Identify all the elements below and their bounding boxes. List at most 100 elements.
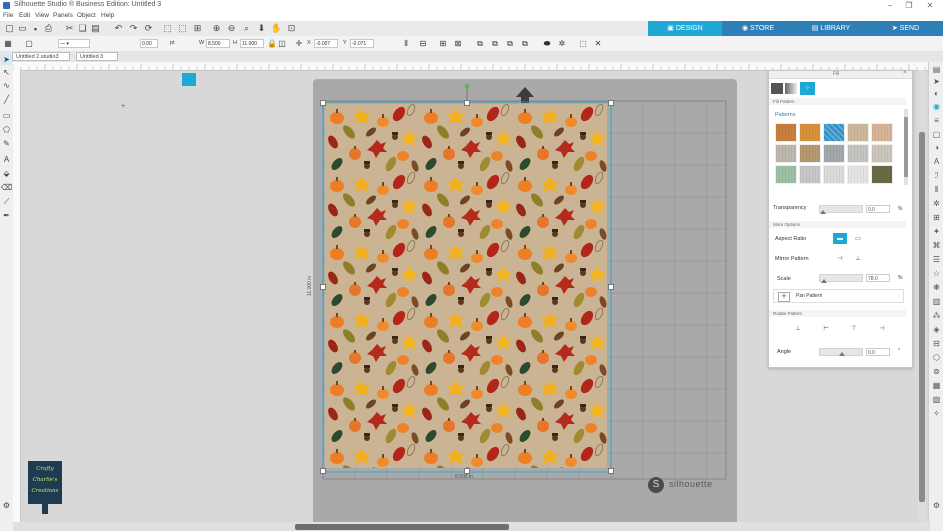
new-document-icon[interactable]: ▢	[4, 23, 15, 34]
transform-icon[interactable]: ⊟	[418, 39, 428, 48]
select-icon[interactable]: ⊞	[192, 23, 203, 34]
bring-forward-icon[interactable]: ⧉	[505, 39, 515, 48]
send-back-icon[interactable]: ⧉	[490, 39, 500, 48]
pattern-thumb[interactable]	[871, 144, 893, 163]
add-tab-icon[interactable]: +	[121, 103, 125, 110]
tab-store[interactable]: ◉ STORE	[722, 21, 794, 36]
mirror-horizontal-button[interactable]: ⊣	[833, 253, 847, 264]
panel-close-icon[interactable]: ×	[903, 70, 907, 76]
menu-object[interactable]: Object	[77, 12, 96, 19]
close-icon[interactable]: ✕	[920, 0, 940, 11]
open-folder-icon[interactable]: ▭	[17, 23, 28, 34]
trace-panel-icon[interactable]: ⌘	[931, 240, 942, 251]
pattern-thumb[interactable]	[823, 123, 845, 142]
transparency-thumb[interactable]	[820, 210, 826, 214]
horizontal-scroll-thumb[interactable]	[295, 524, 509, 530]
rotate-handle[interactable]	[464, 83, 470, 89]
menu-help[interactable]: Help	[101, 12, 114, 19]
deselect-icon[interactable]: ⬚	[177, 23, 188, 34]
pixscan-icon[interactable]: ⊟	[931, 338, 942, 349]
minimize-icon[interactable]: –	[880, 0, 900, 11]
send-panel-icon[interactable]: ➤	[931, 76, 942, 87]
pattern-thumb[interactable]	[847, 144, 869, 163]
tab-library[interactable]: ▤ LIBRARY	[794, 21, 868, 36]
pen-tool-icon[interactable]: ✎	[1, 138, 12, 149]
polygon-tool-icon[interactable]: ⬠	[1, 124, 12, 135]
mirror-vertical-button[interactable]: ⊥	[851, 253, 865, 264]
shadow-icon[interactable]: ◑	[931, 142, 942, 153]
line-weight-field[interactable]: 0.00	[140, 39, 158, 48]
resize-handle-ml[interactable]	[320, 284, 326, 290]
resize-handle-br[interactable]	[608, 468, 614, 474]
fill-gradient-tab[interactable]	[785, 83, 797, 94]
scale-thumb[interactable]	[821, 279, 827, 283]
pattern-thumb[interactable]	[799, 123, 821, 142]
rhinestone-icon[interactable]: ⁂	[931, 310, 942, 321]
pan-pattern-row[interactable]	[773, 289, 904, 303]
zoom-select-icon[interactable]: ⌕	[241, 23, 252, 34]
trace-icon[interactable]: ⬚	[578, 39, 588, 48]
weld-icon[interactable]: ⬬	[542, 39, 552, 48]
pattern-thumb[interactable]	[775, 165, 797, 184]
aspect-keep-button[interactable]: ▬	[833, 233, 847, 244]
restore-icon[interactable]: ❐	[899, 0, 919, 11]
y-field[interactable]: -0.071	[350, 39, 374, 48]
cut-icon[interactable]: ✂	[64, 23, 75, 34]
magic-icon[interactable]: ✧	[931, 408, 942, 419]
close-path-icon[interactable]: ✕	[593, 39, 603, 48]
stitch-icon[interactable]: ⬡	[931, 352, 942, 363]
rotate-0-icon[interactable]: ⊣	[875, 323, 889, 334]
copy-icon[interactable]: ❏	[77, 23, 88, 34]
transparency-field[interactable]: 0.0	[866, 205, 890, 213]
fill-panel-icon[interactable]: ◐	[931, 88, 942, 99]
edit-points-icon[interactable]: ↖	[1, 67, 12, 78]
settings-gear-icon[interactable]: ⚙	[931, 500, 942, 511]
zoom-in-icon[interactable]: ⊕	[211, 23, 222, 34]
tab-design[interactable]: ▣ DESIGN	[648, 21, 722, 36]
move-down-icon[interactable]: ⬇	[256, 23, 267, 34]
barcode-icon[interactable]: ▨	[931, 394, 942, 405]
angle-thumb[interactable]	[839, 352, 845, 356]
paste-icon[interactable]: ▤	[90, 23, 101, 34]
pattern-thumb[interactable]	[823, 144, 845, 163]
eraser-tool-icon[interactable]: ⌫	[1, 182, 12, 193]
scale-field[interactable]: 78.0	[866, 274, 890, 282]
print-icon[interactable]: ⎙	[43, 23, 54, 34]
grid-panel-icon[interactable]: ▦	[931, 380, 942, 391]
line-style-select[interactable]: — ▾	[58, 39, 90, 48]
pattern-thumb[interactable]	[871, 123, 893, 142]
line-color-icon[interactable]: ▢	[24, 39, 34, 48]
rotate-270-icon[interactable]: ⊤	[847, 323, 861, 334]
x-field[interactable]: -0.007	[314, 39, 338, 48]
align-panel-icon[interactable]: ⫴	[931, 184, 942, 195]
line-tool-icon[interactable]: ╱	[1, 94, 12, 105]
pattern-thumb[interactable]	[775, 144, 797, 163]
doc-tab-untitled-2[interactable]: Untitled 2.studio3	[12, 52, 70, 61]
menu-file[interactable]: File	[3, 12, 13, 19]
layers-icon[interactable]: ☰	[931, 254, 942, 265]
select-tool-icon[interactable]: ➤	[1, 54, 12, 65]
resize-handle-tc[interactable]	[464, 100, 470, 106]
offset-icon[interactable]: ✲	[557, 39, 567, 48]
align-icon[interactable]: ⫴	[401, 39, 411, 48]
fill-color-icon[interactable]: ▦	[3, 39, 13, 48]
zoom-out-icon[interactable]: ⊖	[226, 23, 237, 34]
position-icon[interactable]: ✛	[294, 39, 304, 48]
group-icon[interactable]: ⊞	[438, 39, 448, 48]
redo-icon[interactable]: ↷	[128, 23, 139, 34]
menu-panels[interactable]: Panels	[53, 12, 73, 19]
width-field[interactable]: 8.500	[206, 39, 230, 48]
resize-handle-mr[interactable]	[608, 284, 614, 290]
pattern-thumb[interactable]	[799, 165, 821, 184]
bring-front-icon[interactable]: ⧉	[475, 39, 485, 48]
text-tool-icon[interactable]: A	[1, 154, 12, 165]
ungroup-icon[interactable]: ⊠	[453, 39, 463, 48]
line-style-icon[interactable]: ≡	[931, 115, 942, 126]
settings-icon[interactable]: ⚙	[1, 500, 12, 511]
knife-tool-icon[interactable]: ⟋	[1, 196, 12, 207]
pattern-thumb[interactable]	[775, 123, 797, 142]
nesting-icon[interactable]: ◈	[931, 324, 942, 335]
page-setup-icon[interactable]: ▤	[931, 64, 942, 75]
resize-handle-tl[interactable]	[320, 100, 326, 106]
fill-tool-icon[interactable]: ⬙	[1, 168, 12, 179]
